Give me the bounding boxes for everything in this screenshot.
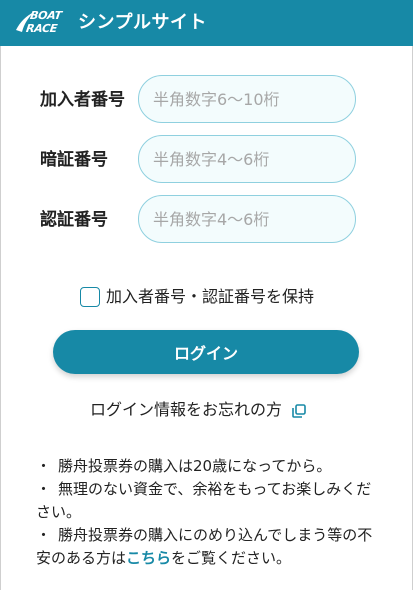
auth-number-input[interactable] bbox=[138, 195, 356, 243]
notice-age-text: 勝舟投票券の購入は20歳になってから。 bbox=[58, 457, 332, 475]
site-title: シンプルサイト bbox=[78, 12, 207, 33]
notice-funds-text: 無理のない資金で、余裕をもってお楽しみください。 bbox=[36, 480, 372, 521]
logo-text-race: RACE bbox=[25, 22, 59, 35]
pin-number-label: 暗証番号 bbox=[40, 150, 108, 170]
login-button[interactable]: ログイン bbox=[53, 330, 359, 374]
keep-login-checkbox[interactable] bbox=[80, 287, 100, 307]
notice-addiction-text-end: をご覧ください。 bbox=[171, 549, 292, 567]
pin-number-input[interactable] bbox=[138, 135, 356, 183]
header-bar: BOAT RACE シンプルサイト bbox=[0, 0, 413, 46]
boatrace-logo[interactable]: BOAT RACE bbox=[14, 8, 66, 38]
member-number-row: 加入者番号 bbox=[0, 75, 413, 125]
external-link-icon bbox=[292, 404, 306, 418]
member-number-label: 加入者番号 bbox=[40, 90, 125, 110]
notice-bullet: ・ bbox=[36, 457, 52, 475]
keep-login-label[interactable]: 加入者番号・認証番号を保持 bbox=[106, 284, 314, 310]
pin-number-row: 暗証番号 bbox=[0, 135, 413, 185]
forgot-login-label[interactable]: ログイン情報をお忘れの方 bbox=[90, 397, 282, 423]
auth-number-label: 認証番号 bbox=[40, 210, 108, 230]
notice-list: ・勝舟投票券の購入は20歳になってから。 ・無理のない資金で、余裕をもってお楽し… bbox=[36, 455, 376, 570]
notice-item: ・無理のない資金で、余裕をもってお楽しみください。 bbox=[36, 478, 376, 524]
auth-number-row: 認証番号 bbox=[0, 195, 413, 245]
notice-item: ・勝舟投票券の購入にのめり込んでしまう等の不安のある方はこちらをご覧ください。 bbox=[36, 524, 376, 570]
logo-text-boat: BOAT bbox=[29, 9, 63, 22]
notice-bullet: ・ bbox=[36, 526, 52, 544]
keep-login-option[interactable]: 加入者番号・認証番号を保持 bbox=[80, 284, 314, 310]
addiction-help-link[interactable]: こちら bbox=[126, 549, 171, 567]
notice-bullet: ・ bbox=[36, 480, 52, 498]
forgot-login-link[interactable]: ログイン情報をお忘れの方 bbox=[90, 397, 306, 423]
member-number-input[interactable] bbox=[138, 75, 356, 123]
notice-item: ・勝舟投票券の購入は20歳になってから。 bbox=[36, 455, 376, 478]
